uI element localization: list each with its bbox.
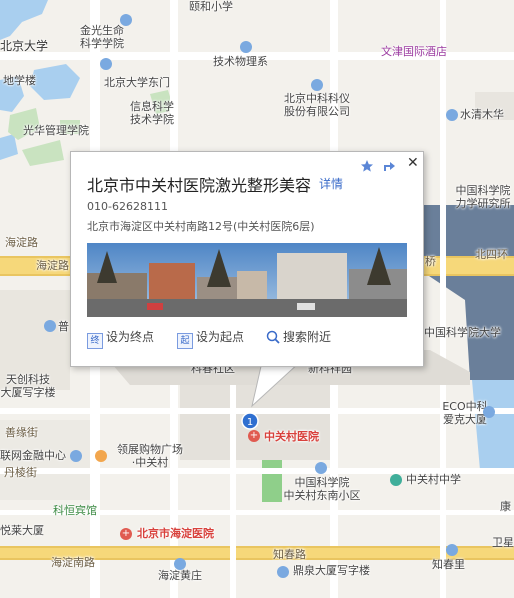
building-icon[interactable] — [446, 109, 458, 121]
building-icon[interactable] — [70, 450, 82, 462]
label-lixue: 中国科学院 力学研究所 — [455, 184, 511, 210]
shopping-icon[interactable] — [95, 450, 107, 462]
building-icon[interactable] — [315, 462, 327, 474]
label-kehengbin: 科恒宾馆 — [53, 504, 97, 517]
label-haidian-hosp: 北京市海淀医院 — [137, 527, 214, 540]
set-origin-button[interactable]: 起设为起点 — [177, 328, 244, 349]
label-danleng: 丹棱街 — [4, 466, 37, 479]
label-zhongke-dong: 中国科学院 中关村东南小区 — [283, 476, 361, 502]
place-popup: 北京市中关村医院激光整形美容 详情 ✕ 010-62628111 北京市海淀区中… — [70, 151, 424, 367]
label-dingquan: 鼎泉大厦写字楼 — [293, 564, 370, 577]
marker-pin-icon: 1 — [241, 412, 259, 430]
close-icon[interactable]: ✕ — [407, 155, 419, 171]
label-wenjin: 文津国际酒店 — [381, 45, 447, 58]
label-pku: 北京大学 — [0, 39, 49, 53]
marker-pin[interactable]: 1 — [240, 411, 260, 435]
marker-number: 1 — [247, 417, 253, 428]
label-zgc-hosp: 中关村医院 — [264, 430, 319, 443]
subway-icon[interactable] — [174, 558, 186, 570]
building-icon[interactable] — [44, 320, 56, 332]
label-zhongke-yi: 北京中科科仪 股份有限公司 — [284, 92, 350, 118]
search-nearby-button[interactable]: 搜索附近 — [266, 328, 331, 345]
label-dixue: 地学楼 — [3, 74, 36, 87]
destination-icon: 终 — [87, 333, 103, 349]
label-ucas: 中国科学院大学 — [424, 326, 501, 339]
building-icon[interactable] — [277, 566, 289, 578]
street-view-photo[interactable] — [87, 243, 407, 317]
set-destination-button[interactable]: 终设为终点 — [87, 328, 154, 349]
label-shanjie: 善缘街 — [5, 426, 38, 439]
star-icon[interactable] — [360, 158, 374, 177]
label-haidian-rd: 海淀路 — [5, 236, 38, 249]
popup-tail — [251, 362, 301, 408]
label-haidianhuang: 海淀黄庄 — [158, 569, 202, 582]
label-zhichun: 知春路 — [273, 548, 306, 561]
popup-title: 北京市中关村医院激光整形美容 — [87, 176, 312, 195]
label-shuiqing: 水清木华 — [460, 108, 504, 121]
label-yuelai: 悦莱大厦 — [0, 524, 44, 537]
label-tiankeji: 天创科技 大厦写字楼 — [0, 373, 56, 399]
label-weier: 卫星 — [492, 536, 514, 549]
company-icon[interactable] — [311, 79, 323, 91]
label-haidian-rd2: 海淀路 — [36, 259, 69, 272]
label-yiheyuan: 颐和小学 — [189, 0, 233, 13]
label-pu: 普 — [58, 320, 69, 333]
share-icon[interactable] — [382, 158, 396, 177]
label-kang: 康 — [500, 500, 511, 513]
popup-phone: 010-62628111 — [87, 200, 168, 213]
label-pku-east: 北京大学东门 — [104, 76, 170, 89]
subway-icon[interactable] — [446, 544, 458, 556]
label-beisihuan: 北四环 — [475, 248, 508, 261]
school-icon[interactable] — [390, 474, 402, 486]
label-zhichunli: 知春里 — [432, 558, 465, 571]
school-icon[interactable] — [100, 58, 112, 70]
hospital-icon[interactable]: + — [120, 528, 132, 540]
label-lingzhan: 领展购物广场 ·中关村 — [117, 443, 183, 469]
label-haidian-nan: 海淀南路 — [51, 556, 95, 569]
label-zgc-middle: 中关村中学 — [406, 473, 461, 486]
label-qiao: 桥 — [425, 255, 436, 268]
label-lianwang: 联网金融中心 — [0, 449, 66, 462]
label-jinguang: 金光生命 科学学院 — [80, 24, 124, 50]
popup-address: 北京市海淀区中关村南路12号(中关村医院6层) — [87, 220, 315, 233]
detail-link[interactable]: 详情 — [319, 175, 343, 192]
label-xinxi: 信息科学 技术学院 — [130, 100, 174, 126]
set-destination-label: 设为终点 — [106, 330, 155, 344]
set-origin-label: 设为起点 — [196, 330, 245, 344]
map-canvas[interactable]: 颐和小学 北京大学 金光生命 科学学院 地学楼 北京大学东门 技术物理系 文津国际… — [0, 0, 514, 598]
search-nearby-label: 搜索附近 — [283, 330, 332, 344]
search-icon — [266, 330, 280, 344]
label-guanghua: 光华管理学院 — [23, 124, 89, 137]
school-icon[interactable] — [120, 14, 132, 26]
school-icon[interactable] — [240, 41, 252, 53]
label-jishu: 技术物理系 — [213, 55, 268, 68]
building-icon[interactable] — [483, 406, 495, 418]
origin-icon: 起 — [177, 333, 193, 349]
